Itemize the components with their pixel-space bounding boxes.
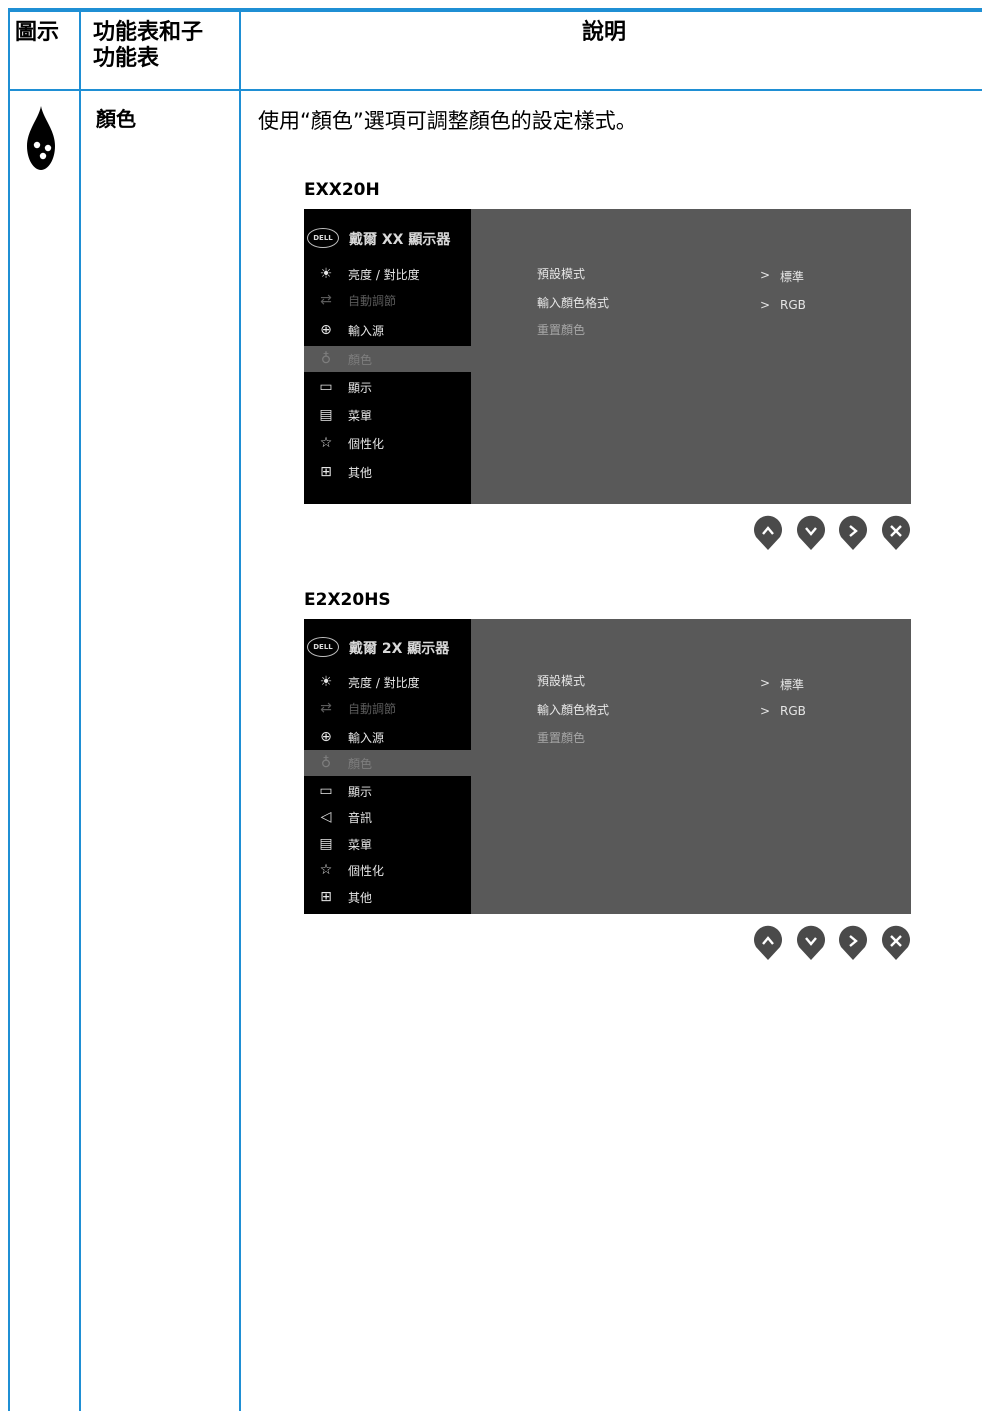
- menu-name: 顏色: [96, 107, 136, 131]
- menu-item-menu[interactable]: ▤ 菜單: [304, 831, 471, 857]
- model-label: EXX20H: [304, 180, 380, 200]
- up-button[interactable]: [753, 515, 783, 551]
- menu-item-brightness[interactable]: ☀ 亮度 / 對比度: [304, 669, 471, 695]
- up-icon: [754, 515, 782, 550]
- auto-adjust-icon: ⇄: [320, 700, 332, 716]
- menu-item-menu[interactable]: ▤ 菜單: [304, 402, 471, 428]
- menu-item-personalize[interactable]: ☆ 個性化: [304, 430, 471, 456]
- osd-screen: DELL 戴爾 XX 顯示器 ☀ 亮度 / 對比度 ⇄ 自動調節 ⊕ 輸入源 ♁ 顏色 …: [304, 209, 911, 504]
- right-button[interactable]: [838, 925, 868, 961]
- display-icon: ▭: [319, 379, 333, 395]
- submenu-input-color-format[interactable]: 輸入顏色格式: [537, 294, 609, 311]
- submenu-input-color-format[interactable]: 輸入顏色格式: [537, 701, 609, 718]
- speaker-icon: ◁: [320, 809, 332, 825]
- osd-title: 戴爾 XX 顯示器: [349, 232, 451, 248]
- others-icon: ⊞: [320, 464, 332, 480]
- submenu-preset-mode[interactable]: 預設模式: [537, 265, 585, 282]
- close-icon: [882, 925, 910, 960]
- close-button[interactable]: [881, 925, 911, 961]
- table-border-left: [8, 8, 10, 1411]
- submenu-preset-mode[interactable]: 預設模式: [537, 672, 585, 689]
- color-droplet-icon: [24, 104, 58, 178]
- header-desc-col: 說明: [582, 20, 627, 45]
- color-icon: ♁: [320, 755, 332, 771]
- table-border-col2: [239, 8, 241, 1411]
- dell-logo: DELL: [307, 228, 339, 248]
- menu-item-auto-adjust[interactable]: ⇄ 自動調節: [304, 287, 471, 313]
- menu-item-brightness[interactable]: ☀ 亮度 / 對比度: [304, 261, 471, 287]
- value-preset-mode: 標準: [780, 270, 805, 284]
- osd-main-menu: DELL 戴爾 XX 顯示器 ☀ 亮度 / 對比度 ⇄ 自動調節 ⊕ 輸入源 ♁ 顏色 …: [304, 209, 471, 504]
- table-border-col1: [79, 8, 81, 1411]
- down-icon: [797, 925, 825, 960]
- brightness-icon: ☀: [319, 674, 333, 690]
- menu-icon: ▤: [319, 407, 333, 423]
- menu-item-display[interactable]: ▭ 顯示: [304, 778, 471, 804]
- others-icon: ⊞: [320, 889, 332, 905]
- brightness-icon: ☀: [319, 266, 333, 282]
- menu-item-color[interactable]: ♁ 顏色: [304, 750, 471, 776]
- menu-icon: ▤: [319, 836, 333, 852]
- star-icon: ☆: [319, 862, 333, 878]
- menu-item-others[interactable]: ⊞ 其他: [304, 459, 471, 485]
- header-icon-col: 圖示: [15, 20, 60, 45]
- menu-item-display[interactable]: ▭ 顯示: [304, 374, 471, 400]
- menu-item-input-source[interactable]: ⊕ 輸入源: [304, 724, 471, 750]
- osd-main-menu: DELL 戴爾 2X 顯示器 ☀ 亮度 / 對比度 ⇄ 自動調節 ⊕ 輸入源 ♁ 顏色 …: [304, 619, 471, 914]
- down-icon: [797, 515, 825, 550]
- table-header-divider: [8, 89, 982, 91]
- submenu-reset-color[interactable]: 重置顏色: [537, 729, 585, 746]
- right-icon: [839, 925, 867, 960]
- header-menu-col: 功能表和子功能表: [93, 20, 204, 71]
- color-icon: ♁: [320, 351, 332, 367]
- auto-adjust-icon: ⇄: [320, 292, 332, 308]
- menu-item-others[interactable]: ⊞ 其他: [304, 884, 471, 910]
- down-button[interactable]: [796, 925, 826, 961]
- model-label: E2X20HS: [304, 590, 391, 610]
- value-preset-mode: 標準: [780, 678, 805, 692]
- up-icon: [754, 925, 782, 960]
- value-color-format: RGB: [780, 298, 806, 312]
- value-arrow: >: [760, 268, 771, 282]
- dell-logo: DELL: [307, 637, 339, 657]
- input-source-icon: ⊕: [320, 729, 332, 745]
- menu-item-auto-adjust[interactable]: ⇄ 自動調節: [304, 695, 471, 721]
- right-icon: [839, 515, 867, 550]
- menu-item-color[interactable]: ♁ 顏色: [304, 346, 471, 372]
- value-arrow: >: [760, 704, 771, 718]
- display-icon: ▭: [319, 783, 333, 799]
- up-button[interactable]: [753, 925, 783, 961]
- down-button[interactable]: [796, 515, 826, 551]
- menu-item-audio[interactable]: ◁ 音訊: [304, 804, 471, 830]
- osd-title: 戴爾 2X 顯示器: [349, 641, 450, 657]
- value-arrow: >: [760, 676, 771, 690]
- value-color-format: RGB: [780, 704, 806, 718]
- menu-item-personalize[interactable]: ☆ 個性化: [304, 857, 471, 883]
- close-button[interactable]: [881, 515, 911, 551]
- value-arrow: >: [760, 298, 771, 312]
- star-icon: ☆: [319, 435, 333, 451]
- description: 使用“顏色”選項可調整顏色的設定樣式。: [258, 109, 637, 133]
- close-icon: [882, 515, 910, 550]
- input-source-icon: ⊕: [320, 322, 332, 338]
- right-button[interactable]: [838, 515, 868, 551]
- osd-screen: DELL 戴爾 2X 顯示器 ☀ 亮度 / 對比度 ⇄ 自動調節 ⊕ 輸入源 ♁ 顏色 …: [304, 619, 911, 914]
- table-top-border: [8, 8, 982, 12]
- menu-item-input-source[interactable]: ⊕ 輸入源: [304, 317, 471, 343]
- submenu-reset-color[interactable]: 重置顏色: [537, 321, 585, 338]
